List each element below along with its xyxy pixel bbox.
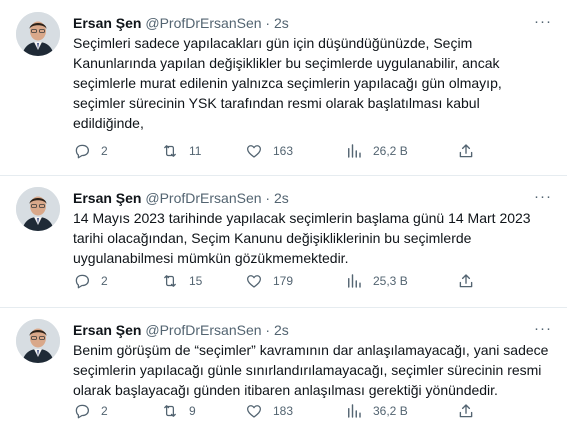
retweet-button[interactable]: 15	[161, 271, 202, 291]
views-button[interactable]: 36,2 B	[345, 401, 408, 421]
action-bar: 2 11 163 26,2 B	[73, 141, 547, 161]
avatar[interactable]	[16, 12, 60, 56]
tweet-text: 14 Mayıs 2023 tarihinde yapılacak seçiml…	[73, 210, 531, 266]
tweet-header: Ersan Şen @ProfDrErsanSen · 2s	[73, 320, 527, 340]
action-bar: 2 15 179 25,3 B	[73, 271, 547, 291]
more-icon[interactable]: ···	[533, 319, 553, 339]
retweet-count: 9	[189, 404, 196, 418]
like-count: 163	[273, 144, 294, 158]
reply-count: 2	[101, 404, 108, 418]
author-name[interactable]: Ersan Şen	[73, 15, 141, 31]
timestamp[interactable]: 2s	[274, 190, 289, 206]
view-count: 26,2 B	[373, 144, 408, 158]
tweet[interactable]: Ersan Şen @ProfDrErsanSen · 2s ··· Seçim…	[0, 0, 567, 175]
retweet-button[interactable]: 9	[161, 401, 196, 421]
separator-dot: ·	[265, 322, 271, 338]
author-handle[interactable]: @ProfDrErsanSen	[145, 190, 261, 206]
retweet-icon	[164, 275, 176, 287]
tweet-thread: Ersan Şen @ProfDrErsanSen · 2s ··· Seçim…	[0, 0, 567, 432]
separator-dot: ·	[265, 190, 271, 206]
reply-icon	[75, 144, 90, 159]
more-icon[interactable]: ···	[533, 12, 553, 32]
share-icon	[459, 144, 473, 158]
like-icon	[246, 145, 262, 158]
views-icon	[348, 144, 361, 158]
timestamp[interactable]: 2s	[274, 15, 289, 31]
share-icon	[459, 404, 473, 418]
tweet-text: Seçimleri sadece yapılacakları gün için …	[73, 35, 502, 131]
author-name[interactable]: Ersan Şen	[73, 190, 141, 206]
reply-button[interactable]: 2	[73, 271, 108, 291]
share-icon	[459, 274, 473, 288]
like-button[interactable]: 179	[245, 271, 293, 291]
views-button[interactable]: 25,3 B	[345, 271, 408, 291]
avatar[interactable]	[16, 319, 60, 363]
reply-button[interactable]: 2	[73, 141, 108, 161]
views-icon	[348, 404, 361, 418]
author-name[interactable]: Ersan Şen	[73, 322, 141, 338]
tweet-header: Ersan Şen @ProfDrErsanSen · 2s	[73, 13, 527, 33]
views-icon	[348, 274, 361, 288]
like-count: 183	[273, 404, 294, 418]
share-button[interactable]	[457, 271, 475, 291]
retweet-count: 11	[189, 144, 202, 158]
view-count: 36,2 B	[373, 404, 408, 418]
retweet-icon	[164, 405, 176, 417]
author-handle[interactable]: @ProfDrErsanSen	[145, 322, 261, 338]
tweet-text: Benim görüşüm de “seçimler” kavramının d…	[73, 342, 549, 398]
timestamp[interactable]: 2s	[274, 322, 289, 338]
tweet[interactable]: Ersan Şen @ProfDrErsanSen · 2s ··· Benim…	[0, 307, 567, 432]
like-icon	[246, 405, 262, 418]
share-button[interactable]	[457, 141, 475, 161]
author-handle[interactable]: @ProfDrErsanSen	[145, 15, 261, 31]
share-button[interactable]	[457, 401, 475, 421]
reply-icon	[75, 274, 90, 289]
reply-icon	[75, 404, 90, 419]
reply-count: 2	[101, 144, 108, 158]
retweet-count: 15	[189, 274, 203, 288]
retweet-button[interactable]: 11	[161, 141, 201, 161]
view-count: 25,3 B	[373, 274, 408, 288]
like-button[interactable]: 163	[245, 141, 293, 161]
reply-count: 2	[101, 274, 108, 288]
separator-dot: ·	[265, 15, 271, 31]
retweet-icon	[164, 145, 176, 157]
like-button[interactable]: 183	[245, 401, 293, 421]
more-icon[interactable]: ···	[533, 187, 553, 207]
tweet[interactable]: Ersan Şen @ProfDrErsanSen · 2s ··· 14 Ma…	[0, 175, 567, 307]
like-icon	[246, 275, 262, 288]
action-bar: 2 9 183 36,2 B	[73, 401, 547, 421]
like-count: 179	[273, 274, 294, 288]
views-button[interactable]: 26,2 B	[345, 141, 408, 161]
tweet-header: Ersan Şen @ProfDrErsanSen · 2s	[73, 188, 527, 208]
reply-button[interactable]: 2	[73, 401, 108, 421]
avatar[interactable]	[16, 187, 60, 231]
